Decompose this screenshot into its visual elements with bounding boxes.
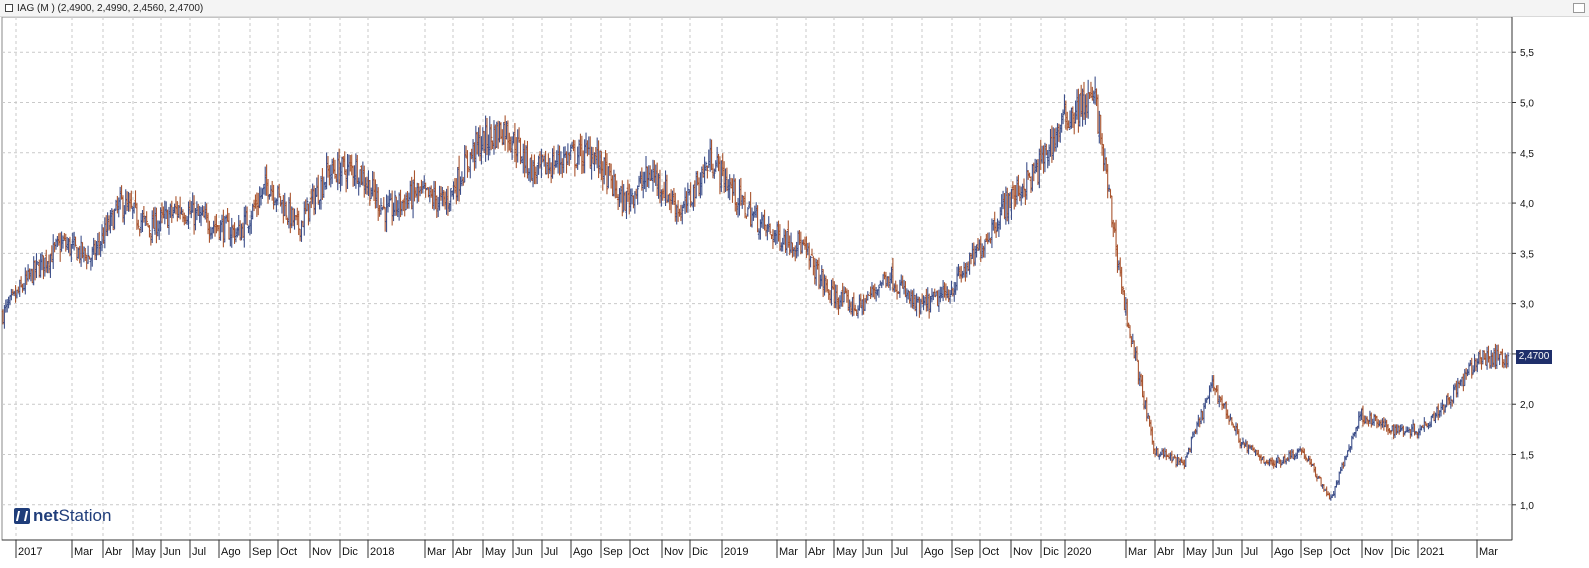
x-tick-label: Oct [632, 546, 649, 558]
x-tick-label: Oct [280, 546, 297, 558]
x-tick-label: Oct [982, 546, 999, 558]
x-tick-label: Mar [1128, 546, 1147, 558]
x-tick-label: Abr [455, 546, 472, 558]
x-tick-label: May [836, 546, 857, 558]
x-tick-label: Nov [664, 546, 684, 558]
x-tick-label: Ago [573, 546, 593, 558]
x-tick-label: Nov [312, 546, 332, 558]
y-tick-label: 4,5 [1520, 149, 1534, 160]
x-tick-label: Sep [1303, 546, 1323, 558]
x-tick-label: Ago [924, 546, 944, 558]
x-tick-label: Abr [1157, 546, 1174, 558]
chart-title: IAG (M ) (2,4900, 2,4990, 2,4560, 2,4700… [17, 2, 204, 14]
x-tick-label: Dic [1394, 546, 1410, 558]
x-tick-label: 2020 [1067, 546, 1091, 558]
x-tick-label: May [135, 546, 156, 558]
price-chart[interactable]: 1,01,52,02,53,03,54,04,55,05,52017MarAbr… [0, 0, 1589, 568]
netstation-logo: net Station [14, 506, 111, 526]
x-tick-label: Ago [1274, 546, 1294, 558]
x-tick-label: Jun [1215, 546, 1233, 558]
x-tick-label: Abr [105, 546, 122, 558]
y-tick-label: 2,0 [1520, 400, 1534, 411]
last-price-tag: 2,4700 [1516, 349, 1552, 364]
y-tick-label: 1,5 [1520, 451, 1534, 462]
x-tick-label: Dic [692, 546, 708, 558]
x-tick-label: 2017 [18, 546, 42, 558]
y-tick-label: 5,5 [1520, 48, 1534, 59]
y-tick-label: 1,0 [1520, 501, 1534, 512]
x-tick-label: Oct [1333, 546, 1350, 558]
x-tick-label: 2018 [370, 546, 394, 558]
x-tick-label: Jul [894, 546, 908, 558]
x-tick-label: Nov [1364, 546, 1384, 558]
x-tick-label: Sep [603, 546, 623, 558]
chart-header: IAG (M ) (2,4900, 2,4990, 2,4560, 2,4700… [0, 0, 1589, 17]
y-tick-label: 3,5 [1520, 249, 1534, 260]
x-tick-label: May [1186, 546, 1207, 558]
x-tick-label: Dic [342, 546, 358, 558]
x-tick-label: 2021 [1420, 546, 1444, 558]
x-tick-label: Mar [1479, 546, 1498, 558]
window-menu-icon[interactable] [1573, 3, 1585, 13]
x-tick-label: Abr [808, 546, 825, 558]
x-tick-label: Jul [544, 546, 558, 558]
x-tick-label: May [485, 546, 506, 558]
x-tick-label: Jul [1244, 546, 1258, 558]
x-tick-label: Mar [779, 546, 798, 558]
collapse-box-icon[interactable] [5, 4, 13, 12]
x-tick-label: Mar [427, 546, 446, 558]
x-tick-label: Mar [74, 546, 93, 558]
x-tick-label: Jun [865, 546, 883, 558]
logo-text-net: net [33, 506, 59, 525]
x-tick-label: Jul [192, 546, 206, 558]
y-tick-label: 5,0 [1520, 98, 1534, 109]
x-tick-label: Jun [163, 546, 181, 558]
chart-window: 1,01,52,02,53,03,54,04,55,05,52017MarAbr… [0, 0, 1589, 568]
x-tick-label: Sep [252, 546, 272, 558]
x-tick-label: Jun [515, 546, 533, 558]
y-tick-label: 4,0 [1520, 199, 1534, 210]
x-tick-label: Nov [1013, 546, 1033, 558]
netstation-logo-icon [14, 508, 30, 524]
x-tick-label: Ago [221, 546, 241, 558]
y-tick-label: 3,0 [1520, 300, 1534, 311]
x-tick-label: Sep [954, 546, 974, 558]
x-tick-label: 2019 [724, 546, 748, 558]
x-tick-label: Dic [1043, 546, 1059, 558]
logo-text-station: Station [58, 506, 112, 525]
